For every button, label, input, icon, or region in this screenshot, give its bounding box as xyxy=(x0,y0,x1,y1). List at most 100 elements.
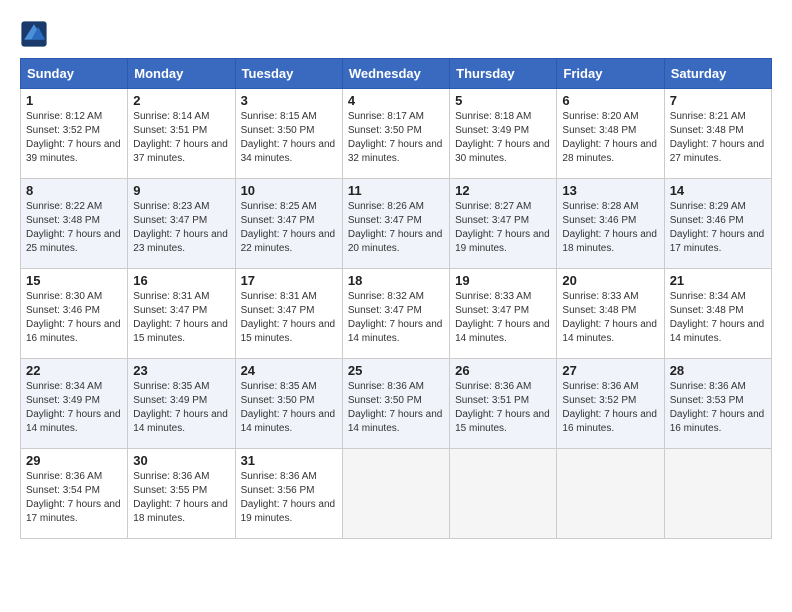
day-number: 18 xyxy=(348,273,444,288)
logo-icon xyxy=(20,20,48,48)
table-row xyxy=(557,449,664,539)
table-row: 9 Sunrise: 8:23 AMSunset: 3:47 PMDaylight… xyxy=(128,179,235,269)
table-row: 14 Sunrise: 8:29 AMSunset: 3:46 PMDayligh… xyxy=(664,179,771,269)
day-detail: Sunrise: 8:21 AMSunset: 3:48 PMDaylight:… xyxy=(670,110,766,166)
table-row: 26 Sunrise: 8:36 AMSunset: 3:51 PMDayligh… xyxy=(450,359,557,449)
day-detail: Sunrise: 8:27 AMSunset: 3:47 PMDaylight:… xyxy=(455,200,551,256)
day-detail: Sunrise: 8:34 AMSunset: 3:49 PMDaylight:… xyxy=(26,380,122,436)
table-row: 16 Sunrise: 8:31 AMSunset: 3:47 PMDayligh… xyxy=(128,269,235,359)
day-number: 5 xyxy=(455,93,551,108)
day-detail: Sunrise: 8:31 AMSunset: 3:47 PMDaylight:… xyxy=(133,290,229,346)
day-detail: Sunrise: 8:25 AMSunset: 3:47 PMDaylight:… xyxy=(241,200,337,256)
table-row xyxy=(450,449,557,539)
day-detail: Sunrise: 8:26 AMSunset: 3:47 PMDaylight:… xyxy=(348,200,444,256)
day-detail: Sunrise: 8:15 AMSunset: 3:50 PMDaylight:… xyxy=(241,110,337,166)
col-header-wednesday: Wednesday xyxy=(342,59,449,89)
day-detail: Sunrise: 8:36 AMSunset: 3:52 PMDaylight:… xyxy=(562,380,658,436)
table-row: 1 Sunrise: 8:12 AMSunset: 3:52 PMDaylight… xyxy=(21,89,128,179)
table-row: 3 Sunrise: 8:15 AMSunset: 3:50 PMDaylight… xyxy=(235,89,342,179)
day-number: 14 xyxy=(670,183,766,198)
calendar-week-row: 1 Sunrise: 8:12 AMSunset: 3:52 PMDaylight… xyxy=(21,89,772,179)
table-row: 18 Sunrise: 8:32 AMSunset: 3:47 PMDayligh… xyxy=(342,269,449,359)
table-row: 6 Sunrise: 8:20 AMSunset: 3:48 PMDaylight… xyxy=(557,89,664,179)
table-row: 31Sunrise: 8:36 AMSunset: 3:56 PMDayligh… xyxy=(235,449,342,539)
table-row: 24Sunrise: 8:35 AMSunset: 3:50 PMDayligh… xyxy=(235,359,342,449)
table-row: 10 Sunrise: 8:25 AMSunset: 3:47 PMDayligh… xyxy=(235,179,342,269)
day-number: 10 xyxy=(241,183,337,198)
day-number: 3 xyxy=(241,93,337,108)
table-row: 15 Sunrise: 8:30 AMSunset: 3:46 PMDayligh… xyxy=(21,269,128,359)
table-row: 12Sunrise: 8:27 AMSunset: 3:47 PMDayligh… xyxy=(450,179,557,269)
day-number: 13 xyxy=(562,183,658,198)
day-detail: Sunrise: 8:33 AMSunset: 3:48 PMDaylight:… xyxy=(562,290,658,346)
calendar-header-row: SundayMondayTuesdayWednesdayThursdayFrid… xyxy=(21,59,772,89)
col-header-friday: Friday xyxy=(557,59,664,89)
day-detail: Sunrise: 8:34 AMSunset: 3:48 PMDaylight:… xyxy=(670,290,766,346)
table-row: 30Sunrise: 8:36 AMSunset: 3:55 PMDayligh… xyxy=(128,449,235,539)
table-row: 22 Sunrise: 8:34 AMSunset: 3:49 PMDayligh… xyxy=(21,359,128,449)
day-detail: Sunrise: 8:29 AMSunset: 3:46 PMDaylight:… xyxy=(670,200,766,256)
day-detail: Sunrise: 8:32 AMSunset: 3:47 PMDaylight:… xyxy=(348,290,444,346)
day-detail: Sunrise: 8:17 AMSunset: 3:50 PMDaylight:… xyxy=(348,110,444,166)
day-detail: Sunrise: 8:35 AMSunset: 3:49 PMDaylight:… xyxy=(133,380,229,436)
table-row: 25 Sunrise: 8:36 AMSunset: 3:50 PMDayligh… xyxy=(342,359,449,449)
day-detail: Sunrise: 8:35 AMSunset: 3:50 PMDaylight:… xyxy=(241,380,337,436)
day-number: 2 xyxy=(133,93,229,108)
calendar-week-row: 29 Sunrise: 8:36 AMSunset: 3:54 PMDayligh… xyxy=(21,449,772,539)
day-number: 15 xyxy=(26,273,122,288)
day-number: 6 xyxy=(562,93,658,108)
day-number: 20 xyxy=(562,273,658,288)
day-number: 28 xyxy=(670,363,766,378)
day-number: 1 xyxy=(26,93,122,108)
day-number: 17 xyxy=(241,273,337,288)
day-number: 27 xyxy=(562,363,658,378)
day-detail: Sunrise: 8:18 AMSunset: 3:49 PMDaylight:… xyxy=(455,110,551,166)
day-number: 16 xyxy=(133,273,229,288)
day-number: 4 xyxy=(348,93,444,108)
day-number: 21 xyxy=(670,273,766,288)
header xyxy=(20,16,772,48)
calendar-week-row: 15 Sunrise: 8:30 AMSunset: 3:46 PMDayligh… xyxy=(21,269,772,359)
day-detail: Sunrise: 8:20 AMSunset: 3:48 PMDaylight:… xyxy=(562,110,658,166)
day-detail: Sunrise: 8:22 AMSunset: 3:48 PMDaylight:… xyxy=(26,200,122,256)
day-number: 26 xyxy=(455,363,551,378)
day-detail: Sunrise: 8:30 AMSunset: 3:46 PMDaylight:… xyxy=(26,290,122,346)
calendar-week-row: 22 Sunrise: 8:34 AMSunset: 3:49 PMDayligh… xyxy=(21,359,772,449)
table-row: 21 Sunrise: 8:34 AMSunset: 3:48 PMDayligh… xyxy=(664,269,771,359)
table-row: 19 Sunrise: 8:33 AMSunset: 3:47 PMDayligh… xyxy=(450,269,557,359)
day-number: 31 xyxy=(241,453,337,468)
table-row: 20 Sunrise: 8:33 AMSunset: 3:48 PMDayligh… xyxy=(557,269,664,359)
day-number: 30 xyxy=(133,453,229,468)
day-detail: Sunrise: 8:36 AMSunset: 3:50 PMDaylight:… xyxy=(348,380,444,436)
table-row: 4 Sunrise: 8:17 AMSunset: 3:50 PMDaylight… xyxy=(342,89,449,179)
table-row xyxy=(664,449,771,539)
day-number: 19 xyxy=(455,273,551,288)
day-number: 8 xyxy=(26,183,122,198)
calendar-week-row: 8 Sunrise: 8:22 AMSunset: 3:48 PMDaylight… xyxy=(21,179,772,269)
day-detail: Sunrise: 8:23 AMSunset: 3:47 PMDaylight:… xyxy=(133,200,229,256)
table-row: 13 Sunrise: 8:28 AMSunset: 3:46 PMDayligh… xyxy=(557,179,664,269)
table-row: 5 Sunrise: 8:18 AMSunset: 3:49 PMDaylight… xyxy=(450,89,557,179)
col-header-saturday: Saturday xyxy=(664,59,771,89)
day-detail: Sunrise: 8:14 AMSunset: 3:51 PMDaylight:… xyxy=(133,110,229,166)
day-detail: Sunrise: 8:36 AMSunset: 3:54 PMDaylight:… xyxy=(26,470,122,526)
logo xyxy=(20,20,52,48)
calendar-table: SundayMondayTuesdayWednesdayThursdayFrid… xyxy=(20,58,772,539)
day-detail: Sunrise: 8:36 AMSunset: 3:51 PMDaylight:… xyxy=(455,380,551,436)
day-number: 9 xyxy=(133,183,229,198)
table-row xyxy=(342,449,449,539)
table-row: 23Sunrise: 8:35 AMSunset: 3:49 PMDayligh… xyxy=(128,359,235,449)
day-number: 25 xyxy=(348,363,444,378)
day-number: 7 xyxy=(670,93,766,108)
table-row: 17Sunrise: 8:31 AMSunset: 3:47 PMDayligh… xyxy=(235,269,342,359)
table-row: 7 Sunrise: 8:21 AMSunset: 3:48 PMDaylight… xyxy=(664,89,771,179)
day-number: 29 xyxy=(26,453,122,468)
day-number: 22 xyxy=(26,363,122,378)
day-detail: Sunrise: 8:12 AMSunset: 3:52 PMDaylight:… xyxy=(26,110,122,166)
col-header-tuesday: Tuesday xyxy=(235,59,342,89)
table-row: 8 Sunrise: 8:22 AMSunset: 3:48 PMDaylight… xyxy=(21,179,128,269)
day-detail: Sunrise: 8:33 AMSunset: 3:47 PMDaylight:… xyxy=(455,290,551,346)
day-detail: Sunrise: 8:36 AMSunset: 3:53 PMDaylight:… xyxy=(670,380,766,436)
table-row: 2 Sunrise: 8:14 AMSunset: 3:51 PMDaylight… xyxy=(128,89,235,179)
day-detail: Sunrise: 8:28 AMSunset: 3:46 PMDaylight:… xyxy=(562,200,658,256)
